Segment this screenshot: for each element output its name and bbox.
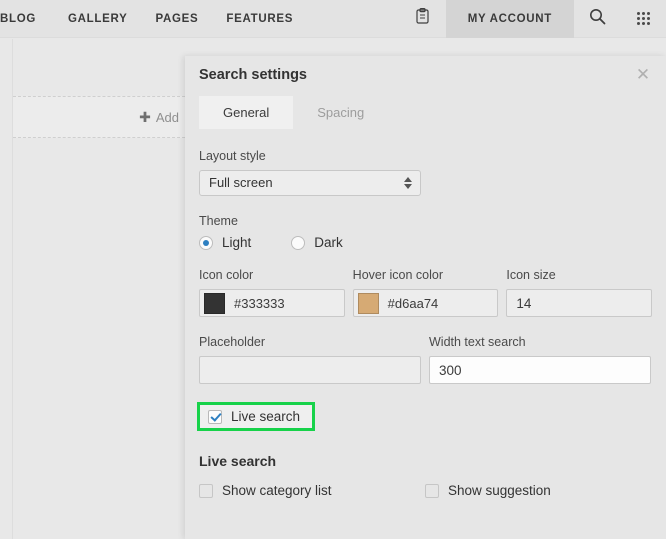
hover-icon-color-value: #d6aa74: [387, 295, 439, 311]
checkbox-mark-show-category-list: [199, 483, 213, 498]
checkbox-show-category-list[interactable]: Show category list: [199, 483, 425, 498]
radio-mark-dark: [291, 235, 306, 250]
radio-mark-light: [199, 235, 213, 250]
width-text-search-input[interactable]: 300: [429, 356, 651, 384]
layout-style-select[interactable]: Full screen: [199, 170, 421, 196]
hover-icon-color-input[interactable]: #d6aa74: [352, 289, 499, 317]
icon-color-swatch[interactable]: [204, 292, 225, 314]
placeholder-label: Placeholder: [199, 335, 266, 349]
live-search-highlight-box: Live search: [197, 402, 316, 431]
theme-radio-group: Light Dark: [199, 235, 652, 250]
live-search-options: Show category list Show suggestion: [199, 483, 652, 498]
hover-icon-color-field: Hover icon color #d6aa74: [352, 268, 499, 317]
tab-general[interactable]: General: [199, 96, 294, 129]
panel-tabs: General Spacing: [185, 96, 666, 129]
icon-color-input[interactable]: #333333: [199, 289, 345, 317]
tab-spacing[interactable]: Spacing: [293, 96, 388, 129]
radio-theme-light[interactable]: Light: [199, 235, 251, 250]
text-row: Placeholder Width text search 300: [199, 335, 652, 384]
search-icon-button[interactable]: [574, 0, 620, 38]
site-navigation-bar: BLOG GALLERY PAGES FEATURES MY ACCOUNT: [0, 0, 666, 38]
nav-link-my-account[interactable]: MY ACCOUNT: [445, 0, 574, 38]
stepper-arrows-icon: [404, 171, 412, 195]
live-search-section-title: Live search: [199, 453, 277, 469]
apps-grid-icon-button[interactable]: [620, 0, 666, 38]
layout-style-label: Layout style: [199, 149, 266, 163]
checkbox-label-show-suggestion: Show suggestion: [448, 483, 551, 498]
hover-icon-color-swatch[interactable]: [357, 292, 379, 314]
clipboard-icon-button[interactable]: [400, 0, 446, 38]
show-suggestion-column: Show suggestion: [425, 483, 551, 498]
nav-link-pages[interactable]: PAGES: [141, 0, 212, 38]
checkbox-mark-show-suggestion: [425, 483, 439, 498]
builder-row-placeholder: ✚ Add: [13, 96, 185, 138]
icon-color-label: Icon color: [199, 268, 254, 282]
nav-link-blog[interactable]: BLOG: [0, 0, 54, 38]
nav-link-gallery[interactable]: GALLERY: [54, 0, 141, 38]
layout-style-field: Layout style Full screen: [199, 149, 652, 196]
close-icon[interactable]: ✕: [632, 64, 654, 86]
apps-grid-icon: [636, 12, 650, 25]
live-search-toggle-wrapper: Live search: [197, 402, 652, 431]
placeholder-input[interactable]: [199, 356, 421, 384]
add-row-label: Add: [155, 109, 179, 125]
checkbox-label-live-search: Live search: [231, 409, 301, 424]
add-row-button[interactable]: ✚ Add: [139, 110, 185, 125]
clipboard-icon: [416, 8, 429, 29]
width-text-search-label: Width text search: [429, 335, 526, 349]
panel-title: Search settings: [199, 67, 307, 83]
layout-style-value: Full screen: [209, 175, 273, 190]
theme-label: Theme: [199, 214, 238, 228]
hover-icon-color-label: Hover icon color: [352, 268, 443, 282]
checkbox-show-suggestion[interactable]: Show suggestion: [425, 483, 551, 498]
icon-size-field: Icon size 14: [506, 268, 653, 317]
panel-header: Search settings ✕: [185, 56, 666, 96]
icon-size-label: Icon size: [506, 268, 556, 282]
icon-color-field: Icon color #333333: [199, 268, 345, 317]
radio-label-light: Light: [222, 235, 252, 250]
icon-size-input[interactable]: 14: [506, 289, 653, 317]
width-text-search-field: Width text search 300: [429, 335, 651, 384]
show-category-list-column: Show category list: [199, 483, 425, 498]
plus-icon: ✚: [139, 109, 151, 125]
search-icon: [589, 8, 606, 30]
checkbox-label-show-category-list: Show category list: [222, 483, 332, 498]
search-settings-panel: Search settings ✕ General Spacing Layout…: [185, 56, 666, 539]
radio-label-dark: Dark: [314, 235, 343, 250]
nav-link-features[interactable]: FEATURES: [212, 0, 307, 38]
panel-body: Layout style Full screen Theme Light Dar: [185, 129, 666, 498]
theme-field: Theme Light Dark: [199, 214, 652, 250]
checkbox-mark-live-search: [208, 409, 222, 424]
icon-color-value: #333333: [234, 295, 285, 311]
color-row: Icon color #333333 Hover icon color #d6a…: [199, 268, 653, 317]
radio-theme-dark[interactable]: Dark: [291, 235, 343, 250]
checkbox-live-search[interactable]: Live search: [208, 409, 300, 424]
placeholder-field: Placeholder: [199, 335, 421, 384]
